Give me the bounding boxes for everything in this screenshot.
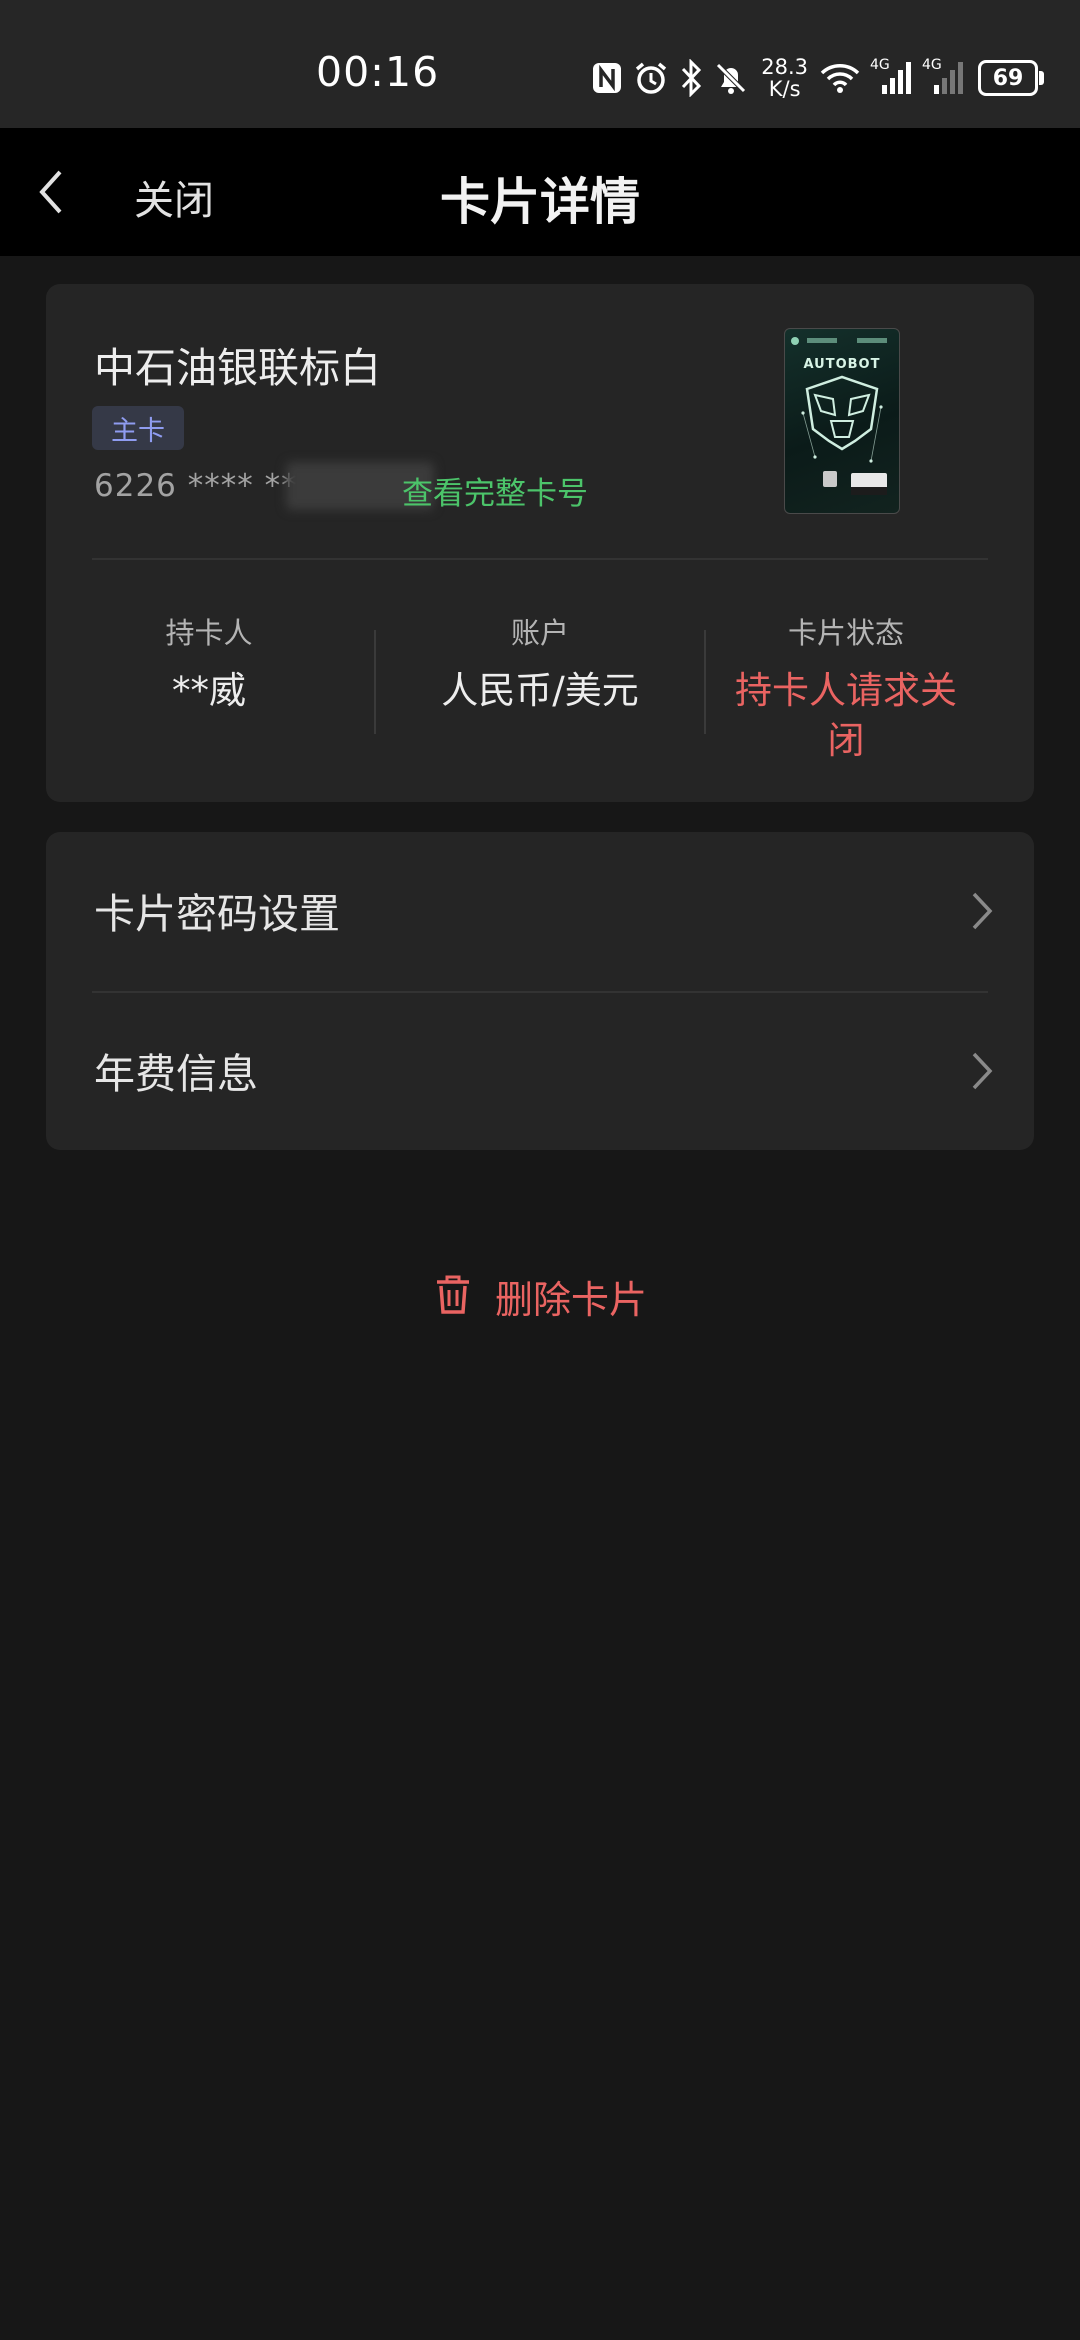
view-full-number-link[interactable]: 查看完整卡号: [402, 468, 588, 513]
status-bar: 00:16 28.3 K/s 4G 4G 69: [0, 0, 1080, 128]
card-detail-panel: 中石油银联标白 主卡 6226 **** ** 查看完整卡号 AUTOBOT 持…: [46, 284, 1034, 802]
settings-panel: 卡片密码设置 年费信息: [46, 832, 1034, 1150]
info-separator: [374, 630, 376, 734]
card-status-value: 持卡人请求关闭: [735, 669, 957, 762]
info-cardholder: 持卡人 **威: [59, 610, 359, 716]
trash-icon: [433, 1272, 473, 1320]
setting-row-annual-fee[interactable]: 年费信息: [46, 992, 1034, 1150]
card-divider: [92, 558, 988, 560]
signal-type-label: 4G: [922, 57, 942, 73]
info-card-status: 卡片状态 持卡人请求关闭: [721, 610, 971, 766]
delete-card-button[interactable]: 删除卡片: [0, 1266, 1080, 1326]
chevron-right-icon: [970, 1050, 994, 1092]
battery-level: 69: [992, 65, 1024, 91]
net-speed-unit: K/s: [768, 77, 801, 101]
setting-label: 年费信息: [94, 1050, 258, 1098]
net-speed: 28.3 K/s: [761, 56, 808, 100]
setting-row-pin[interactable]: 卡片密码设置: [46, 832, 1034, 990]
card-number-masked: 6226 **** **: [94, 468, 298, 504]
info-separator: [704, 630, 706, 734]
nav-bar: 关闭 卡片详情: [0, 128, 1080, 256]
chevron-right-icon: [970, 890, 994, 932]
info-value: **威: [172, 669, 246, 712]
nfc-icon: [591, 60, 623, 96]
signal-type-label: 4G: [870, 57, 890, 73]
setting-label: 卡片密码设置: [94, 890, 340, 938]
primary-card-badge: 主卡: [92, 406, 184, 450]
card-image: AUTOBOT: [784, 328, 900, 514]
cell-signal-icon: 4G: [922, 57, 964, 95]
info-label: 卡片状态: [787, 616, 904, 650]
card-name: 中石油银联标白: [94, 344, 381, 392]
net-speed-value: 28.3: [761, 55, 808, 79]
delete-card-label: 删除卡片: [494, 1277, 647, 1322]
page-title: 卡片详情: [440, 173, 640, 231]
status-time: 00:16: [316, 48, 440, 96]
info-account: 账户 人民币/美元: [390, 610, 690, 716]
info-label: 账户: [510, 616, 569, 650]
bluetooth-icon: [679, 59, 703, 97]
mute-bell-icon: [713, 60, 749, 96]
status-icons: 28.3 K/s 4G 4G 69: [591, 50, 1044, 106]
wifi-icon: [820, 62, 860, 94]
info-value: 人民币/美元: [441, 669, 639, 712]
alarm-icon: [633, 60, 669, 96]
battery-icon: 69: [978, 60, 1044, 96]
info-label: 持卡人: [165, 616, 253, 650]
cell-signal-icon: 4G: [870, 57, 912, 95]
